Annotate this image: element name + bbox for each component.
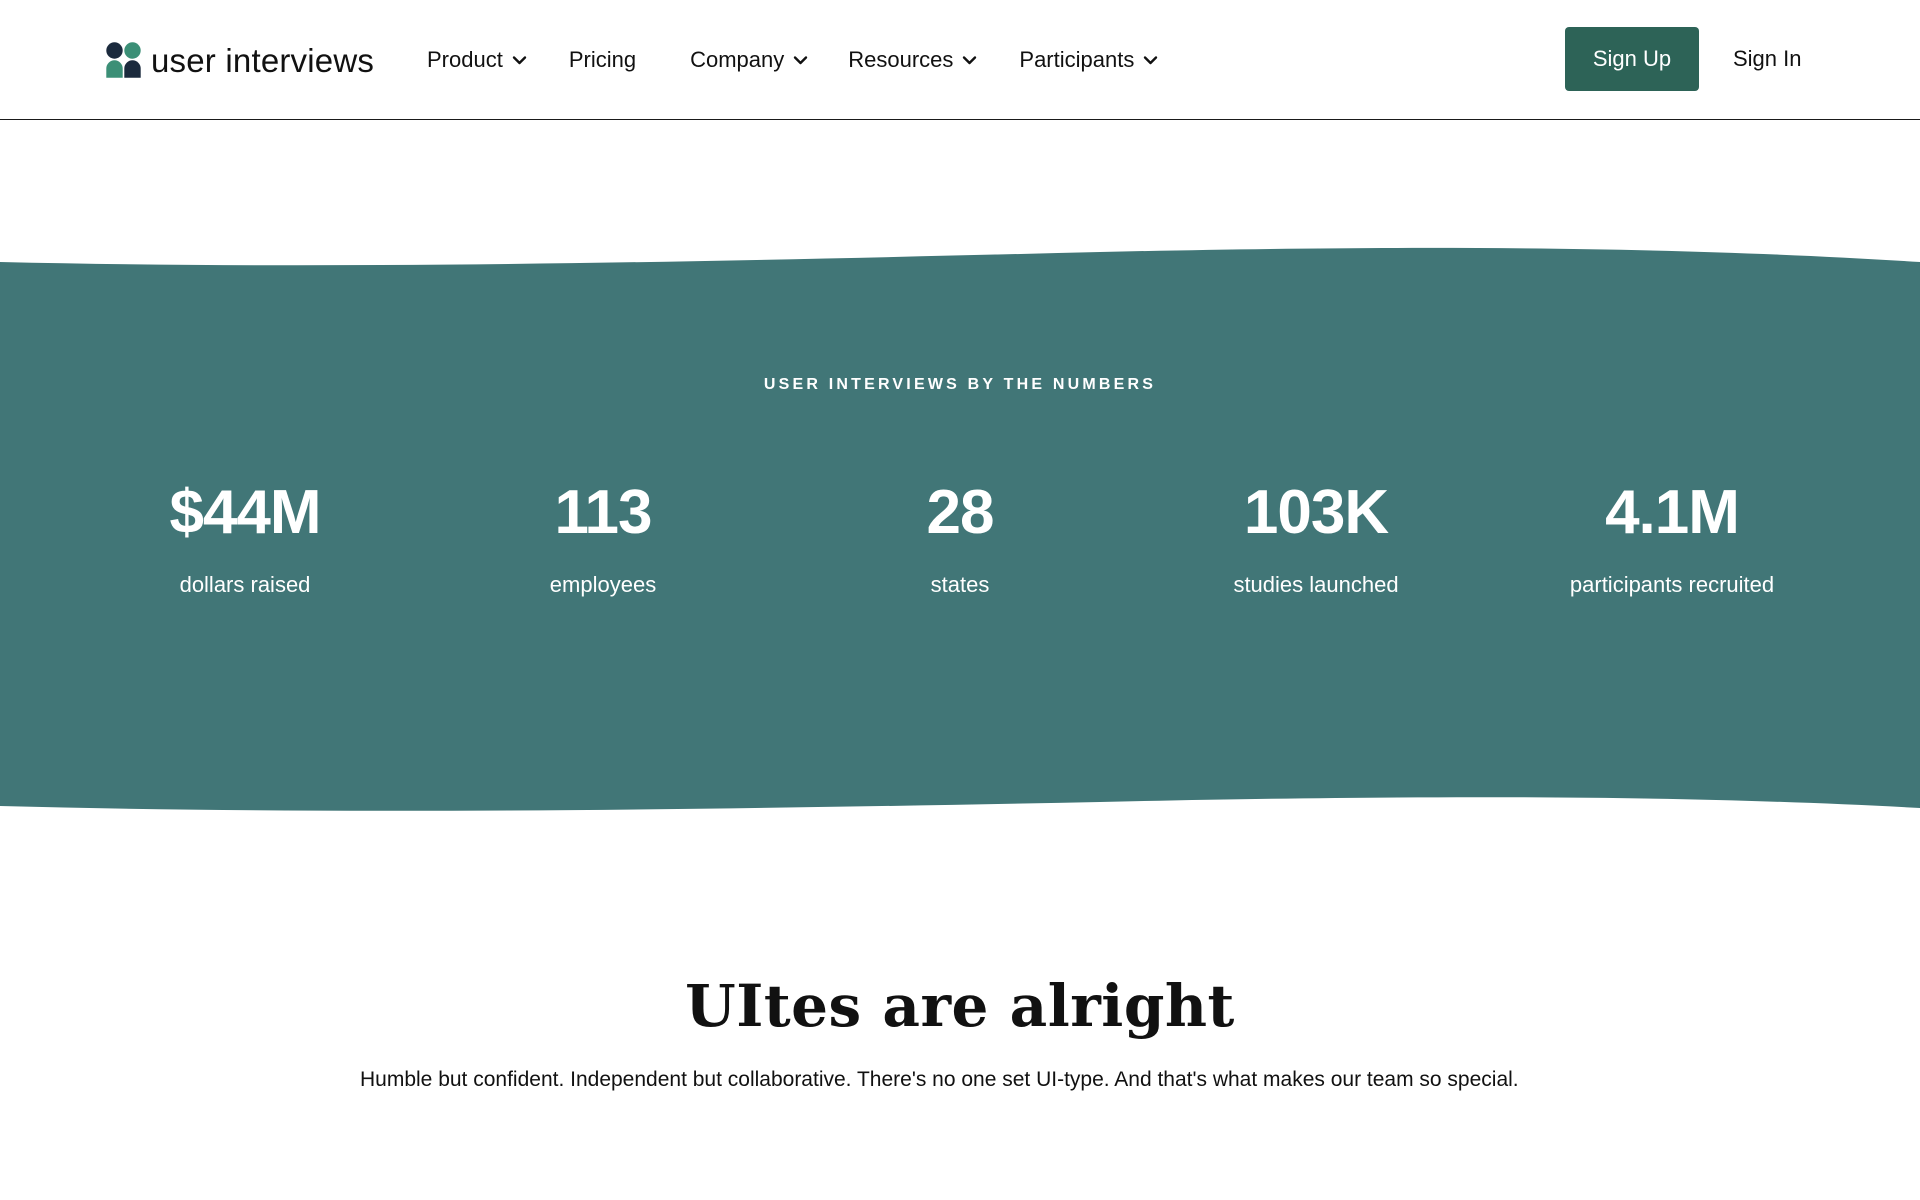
logo-link[interactable]: user interviews — [106, 42, 374, 78]
site-header: user interviews Product Pricing Company … — [0, 0, 1920, 120]
stat-value: $44M — [169, 478, 321, 547]
stat-item: 113 employees — [480, 482, 726, 596]
nav-item-label: Pricing — [568, 47, 637, 72]
nav-item-resources[interactable]: Resources — [848, 47, 977, 73]
chevron-down-icon — [1144, 55, 1158, 64]
stat-item: 4.1M participants recruited — [1542, 482, 1802, 596]
culture-body-text: Humble but confident. Independent but co… — [360, 1068, 1519, 1091]
stat-label: studies launched — [1233, 572, 1399, 597]
chevron-down-icon — [794, 55, 808, 64]
stat-value: 28 — [926, 478, 995, 547]
nav-item-participants[interactable]: Participants — [1019, 47, 1158, 73]
main-nav: Product Pricing Company Resources Partic… — [427, 0, 1158, 120]
nav-item-company[interactable]: Company — [690, 47, 808, 73]
chevron-down-icon — [963, 55, 977, 64]
sign-up-button[interactable]: Sign Up — [1565, 27, 1699, 91]
culture-heading: UItes are alright — [685, 972, 1235, 1040]
nav-item-label: Company — [690, 47, 785, 72]
nav-item-pricing[interactable]: Pricing — [569, 47, 636, 73]
logo-wordmark: user interviews — [151, 41, 375, 79]
user-interviews-logo-icon — [106, 42, 141, 78]
chevron-down-icon — [512, 55, 527, 64]
stats-eyebrow: USER INTERVIEWS BY THE NUMBERS — [763, 376, 1157, 393]
stat-item: 103K studies launched — [1196, 482, 1436, 596]
sign-in-link[interactable]: Sign In — [1733, 27, 1802, 91]
nav-item-label: Participants — [1019, 47, 1135, 72]
stat-value: 4.1M — [1605, 478, 1740, 547]
stat-value: 113 — [554, 478, 652, 547]
stat-item: $44M dollars raised — [110, 482, 380, 596]
stat-label: employees — [549, 572, 657, 597]
nav-item-label: Resources — [848, 47, 954, 72]
stat-label: dollars raised — [179, 572, 311, 597]
stat-item: 28 states — [840, 482, 1080, 596]
stat-value: 103K — [1243, 478, 1389, 547]
stat-label: states — [930, 572, 990, 597]
stat-label: participants recruited — [1569, 572, 1775, 597]
nav-item-product[interactable]: Product — [427, 47, 527, 73]
nav-item-label: Product — [427, 47, 503, 72]
